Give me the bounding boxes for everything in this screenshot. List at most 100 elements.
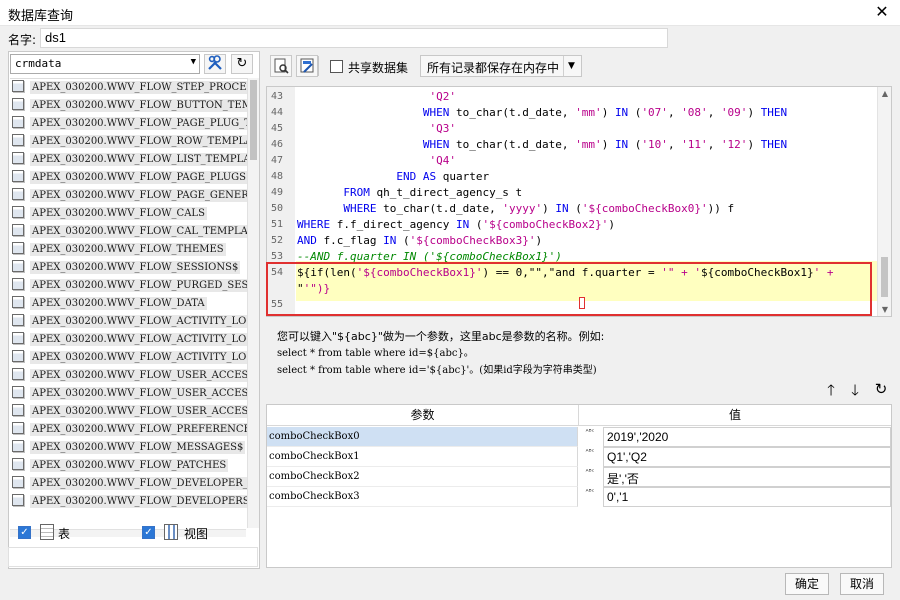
code-line[interactable]: 50 WHERE to_char(t.d_date, 'yyyy') IN ('… (267, 201, 877, 217)
table-list-item[interactable]: APEX_030200.WWV_FLOW_CALS (10, 205, 258, 223)
parameter-value-input[interactable]: 2019','2020 (603, 427, 891, 447)
scroll-up-icon[interactable]: ▲ (878, 89, 891, 98)
parameter-name: comboCheckBox1 (267, 447, 578, 467)
editor-scrollbar[interactable]: ▲ ▼ (877, 87, 891, 316)
parameter-row[interactable]: comboCheckBox1 ᴬᴮᶜ Q1','Q2 (267, 447, 891, 467)
code-line[interactable]: 54 ${if(len('${comboCheckBox1}') == 0,"",… (267, 265, 877, 281)
table-name: APEX_030200.WWV_FLOW_DEVELOPERS (30, 495, 252, 508)
table-list-item[interactable]: APEX_030200.WWV_FLOW_MESSAGES$ (10, 439, 258, 457)
code-line[interactable]: 46 WHEN to_char(t.d_date, 'mm') IN ('10'… (267, 137, 877, 153)
code-line[interactable]: 51 WHERE f.f_direct_agency IN ('${comboCh… (267, 217, 877, 233)
table-list-item[interactable]: APEX_030200.WWV_FLOW_SESSIONS$ (10, 259, 258, 277)
table-list-item[interactable]: APEX_030200.WWV_FLOW_PURGED_SESSIONS (10, 277, 258, 295)
table-filter-checkbox[interactable]: ✓ (18, 526, 31, 539)
table-icon (12, 350, 24, 362)
code-line[interactable]: 47 'Q4' (267, 153, 877, 169)
table-list-item[interactable]: APEX_030200.WWV_FLOW_USER_ACCESS_LOG (10, 385, 258, 403)
parameter-name: comboCheckBox2 (267, 467, 578, 487)
table-list-item[interactable]: APEX_030200.WWV_FLOW_CAL_TEMPLATES (10, 223, 258, 241)
table-list-item[interactable]: APEX_030200.WWV_FLOW_ACTIVITY_LOG1$ (10, 331, 258, 349)
refresh-icon: ↻ (874, 380, 888, 398)
hint-line-3: select * from table where id='${abc}'。(如… (277, 365, 597, 376)
table-list-item[interactable]: APEX_030200.WWV_FLOW_USER_ACCESS_LOG (10, 403, 258, 421)
table-icon (12, 152, 24, 164)
connection-settings-button[interactable] (204, 54, 226, 74)
table-list-item[interactable]: APEX_030200.WWV_FLOW_PAGE_PLUGS (10, 169, 258, 187)
table-list-item[interactable]: APEX_030200.WWV_FLOW_DATA (10, 295, 258, 313)
table-name: APEX_030200.WWV_FLOW_LIST_TEMPLATES (30, 153, 258, 166)
table-name: APEX_030200.WWV_FLOW_PREFERENCES$ (30, 423, 258, 436)
table-list-item[interactable]: APEX_030200.WWV_FLOW_ACTIVITY_LOG_NU (10, 313, 258, 331)
table-name: APEX_030200.WWV_FLOW_THEMES (30, 243, 226, 256)
parameter-value-input[interactable]: 是','否 (603, 467, 891, 487)
line-number: 43 (267, 89, 295, 105)
table-list-item[interactable]: APEX_030200.WWV_FLOW_PAGE_PLUG_TEMPL (10, 115, 258, 133)
cancel-button[interactable]: 取消 (840, 573, 884, 595)
table-icon (12, 386, 24, 398)
scroll-down-icon[interactable]: ▼ (878, 305, 891, 314)
line-number: 50 (267, 201, 295, 217)
line-number: 48 (267, 169, 295, 185)
name-label: 名字: (8, 33, 37, 47)
parameter-value-input[interactable]: 0','1 (603, 487, 891, 507)
table-list-item[interactable]: APEX_030200.WWV_FLOW_BUTTON_TEMPLATE (10, 97, 258, 115)
code-text: WHEN to_char(t.d_date, 'mm') IN ('07', '… (422, 106, 788, 119)
share-dataset-checkbox[interactable] (330, 60, 343, 73)
line-number: 45 (267, 121, 295, 137)
table-list-item[interactable]: APEX_030200.WWV_FLOW_DEVELOPER_ROLES (10, 475, 258, 493)
preview-button[interactable] (270, 55, 292, 77)
table-list-item[interactable]: APEX_030200.WWV_FLOW_DEVELOPERS (10, 493, 258, 511)
table-list-item[interactable]: APEX_030200.WWV_FLOW_PREFERENCES$ (10, 421, 258, 439)
name-input[interactable]: ds1 (40, 28, 668, 48)
code-line[interactable]: 45 'Q3' (267, 121, 877, 137)
memory-mode-select[interactable]: 所有记录都保存在内存中 ▼ (420, 55, 582, 77)
parameter-row[interactable]: comboCheckBox3 ᴬᴮᶜ 0','1 (267, 487, 891, 507)
parameter-row[interactable]: comboCheckBox2 ᴬᴮᶜ 是','否 (267, 467, 891, 487)
code-line[interactable]: 43 'Q2' (267, 89, 877, 105)
code-line[interactable]: 49 FROM qh_t_direct_agency_s t (267, 185, 877, 201)
editor-scrollbar-thumb[interactable] (881, 257, 888, 297)
code-line[interactable]: 48 END AS quarter (267, 169, 877, 185)
database-select[interactable]: crmdata ▼ (10, 54, 200, 74)
code-line[interactable]: 52 AND f.c_flag IN ('${comboCheckBox3}') (267, 233, 877, 249)
code-line[interactable]: "'")} (267, 281, 877, 297)
code-text: WHEN to_char(t.d_date, 'mm') IN ('10', '… (422, 138, 788, 151)
code-line[interactable]: 55 (267, 297, 877, 313)
table-list-item[interactable]: APEX_030200.WWV_FLOW_STEP_PROCESSING (10, 79, 258, 97)
scrollbar-thumb[interactable] (250, 80, 257, 160)
sql-editor[interactable]: ▲ ▼ 43 'Q2' 44 WHEN to_char(t.d_date, 'mm… (266, 86, 892, 317)
line-number: 47 (267, 153, 295, 169)
table-name: APEX_030200.WWV_FLOW_USER_ACCESS_LOG (30, 405, 258, 418)
string-type-icon[interactable]: ᴬᴮᶜ (579, 467, 601, 487)
table-browser: crmdata ▼ ↻ APEX_030200.WWV_FLOW_STEP_PR… (8, 51, 260, 569)
table-list-scrollbar[interactable] (247, 78, 259, 528)
parameter-value-input[interactable]: Q1','Q2 (603, 447, 891, 467)
table-list-item[interactable]: APEX_030200.WWV_FLOW_THEMES (10, 241, 258, 259)
database-select-value: crmdata (15, 57, 62, 70)
refresh-params-button[interactable]: ↻ (872, 380, 890, 398)
table-list-item[interactable]: APEX_030200.WWV_FLOW_ROW_TEMPLATES (10, 133, 258, 151)
table-list-item[interactable]: APEX_030200.WWV_FLOW_PAGE_GENERIC_AT (10, 187, 258, 205)
view-filter-checkbox[interactable]: ✓ (142, 526, 155, 539)
table-list-item[interactable]: APEX_030200.WWV_FLOW_ACTIVITY_LOG2$ (10, 349, 258, 367)
edit-parameter-button[interactable] (296, 55, 318, 77)
table-list-item[interactable]: APEX_030200.WWV_FLOW_PATCHES (10, 457, 258, 475)
table-icon (12, 296, 24, 308)
string-type-icon[interactable]: ᴬᴮᶜ (579, 427, 601, 447)
parameter-row[interactable]: comboCheckBox0 ᴬᴮᶜ 2019','2020 (267, 427, 891, 447)
move-down-button[interactable]: 🡓 (846, 380, 864, 405)
code-line[interactable]: 53 --AND f.quarter IN ('${comboCheckBox1}… (267, 249, 877, 265)
table-list-item[interactable]: APEX_030200.WWV_FLOW_LIST_TEMPLATES (10, 151, 258, 169)
code-line[interactable]: 44 WHEN to_char(t.d_date, 'mm') IN ('07'… (267, 105, 877, 121)
table-name: APEX_030200.WWV_FLOW_STEP_PROCESSING (30, 81, 258, 94)
table-list-item[interactable]: APEX_030200.WWV_FLOW_USER_ACCESS_LOG (10, 367, 258, 385)
ok-button[interactable]: 确定 (785, 573, 829, 595)
close-icon[interactable]: ✕ (872, 2, 892, 22)
string-type-icon[interactable]: ᴬᴮᶜ (579, 487, 601, 507)
table-icon (12, 458, 24, 470)
refresh-button[interactable]: ↻ (231, 54, 253, 74)
move-up-button[interactable]: 🡑 (822, 380, 840, 405)
string-type-icon[interactable]: ᴬᴮᶜ (579, 447, 601, 467)
table-search-field[interactable] (8, 547, 258, 567)
code-text: 'Q4' (429, 154, 456, 167)
